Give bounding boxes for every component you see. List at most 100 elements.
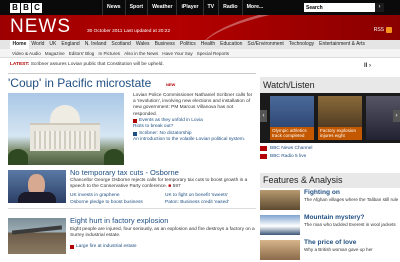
- video-tile[interactable]: Factory explosion injures eight: [318, 96, 362, 140]
- lead-story-image[interactable]: [8, 93, 124, 165]
- global-nav: News Sport Weather iPlayer TV Radio More…: [102, 0, 267, 15]
- nav-n-ireland[interactable]: N. Ireland: [82, 40, 109, 49]
- pause-icon[interactable]: II: [364, 63, 367, 69]
- global-nav-weather[interactable]: Weather: [147, 0, 176, 15]
- comment-count[interactable]: 597: [173, 184, 181, 189]
- live-channel-link[interactable]: BBC News Channel: [260, 145, 400, 153]
- feature-image[interactable]: [260, 190, 300, 210]
- nav-politics[interactable]: Politics: [177, 40, 198, 49]
- nav-scotland[interactable]: Scotland: [109, 40, 133, 49]
- related-link[interactable]: UK to fight on benefit 'sweets': [165, 193, 228, 198]
- carousel-prev-icon[interactable]: ‹: [260, 110, 267, 122]
- feature-item[interactable]: Fighting on The Afghan villages where th…: [260, 189, 400, 212]
- feature-item[interactable]: The price of love Why a British woman ga…: [260, 239, 400, 262]
- capitol-columns: [34, 131, 96, 149]
- video-tile[interactable]: Olympic athletics track completed: [270, 96, 314, 140]
- feature-title[interactable]: The price of love: [304, 239, 356, 246]
- related-link-text: An introduction to the volatile Lovian p…: [133, 137, 246, 143]
- search-placeholder: Search: [306, 4, 323, 11]
- nav-technology[interactable]: Technology: [286, 40, 316, 49]
- feature-summary: The Afghan villages where the Taliban st…: [304, 197, 399, 202]
- story3-summary: Eight people are injured, four seriously…: [70, 227, 255, 239]
- nav-home[interactable]: Home: [10, 40, 29, 49]
- live-channel-link[interactable]: BBC Radio 5 live: [260, 153, 400, 161]
- nav-sci-environment[interactable]: Sci/Environment: [245, 40, 286, 49]
- latest-text: Scribner assures Lovian public that Cons…: [30, 62, 164, 67]
- related-link[interactable]: Osborne pledge to boost business: [70, 200, 143, 205]
- play-icon: [70, 244, 74, 249]
- global-nav-tv[interactable]: TV: [202, 0, 219, 15]
- related-link[interactable]: UK invests in graphene: [70, 193, 120, 198]
- nav-video-audio[interactable]: Video & Audio: [10, 51, 43, 56]
- rss-link[interactable]: RSS: [374, 27, 392, 33]
- rss-label: RSS: [373, 27, 384, 33]
- global-nav-more[interactable]: More...: [241, 0, 268, 15]
- tree: [104, 149, 124, 165]
- lead-story-summary: Lovian Police Commissioner Nathaniel Scr…: [133, 93, 253, 117]
- live-channel-text: BBC Radio 5 live: [270, 153, 307, 159]
- related-link[interactable]: Paton: Business credit 'eased': [165, 200, 229, 205]
- feature-title[interactable]: Mountain mystery?: [304, 214, 364, 221]
- person-suit: [18, 192, 56, 203]
- related-link-text: Large fire at industrial estate: [76, 244, 137, 249]
- feature-title[interactable]: Fighting on: [304, 189, 340, 196]
- related-link[interactable]: Large fire at industrial estate: [70, 244, 137, 249]
- last-updated: 30 October 2011 Last updated at 20:22: [87, 29, 171, 34]
- global-nav-iplayer[interactable]: iPlayer: [176, 0, 202, 15]
- latest-ticker[interactable]: LATEST: Scribner assures Lovian public t…: [10, 62, 340, 70]
- bbc-logo[interactable]: B B C: [10, 2, 42, 13]
- story3-image[interactable]: [8, 218, 66, 254]
- live-radio-icon: [260, 153, 267, 159]
- primary-nav: Home World UK England N. Ireland Scotlan…: [0, 40, 400, 49]
- nav-special-reports[interactable]: Special Reports: [195, 51, 231, 56]
- video-caption: Olympic athletics track completed: [270, 127, 314, 140]
- global-header: B B C News Sport Weather iPlayer TV Radi…: [0, 0, 400, 15]
- story2-title[interactable]: No temporary tax cuts - Osborne: [70, 168, 179, 177]
- nav-entertainment-arts[interactable]: Entertainment & Arts: [317, 40, 368, 49]
- masthead: NEWS 30 October 2011 Last updated at 20:…: [0, 15, 400, 40]
- nav-editors-blog[interactable]: Editors' Blog: [67, 51, 97, 56]
- comment-icon: ■: [168, 184, 172, 190]
- nav-education[interactable]: Education: [218, 40, 245, 49]
- tree: [8, 149, 28, 165]
- logo-letter: C: [32, 2, 42, 13]
- global-nav-news[interactable]: News: [102, 0, 125, 15]
- feature-image[interactable]: [260, 240, 300, 260]
- nav-have-your-say[interactable]: Have Your Say: [160, 51, 194, 56]
- search-button[interactable]: ›: [375, 3, 384, 12]
- global-nav-radio[interactable]: Radio: [218, 0, 241, 15]
- related-link[interactable]: An introduction to the volatile Lovian p…: [133, 137, 257, 143]
- masthead-swoosh: [196, 15, 400, 40]
- nav-business[interactable]: Business: [152, 40, 177, 49]
- nav-world[interactable]: World: [29, 40, 47, 49]
- search-input[interactable]: Search ›: [304, 3, 384, 12]
- watch-listen-carousel: Olympic athletics track completed Factor…: [260, 93, 400, 143]
- logo-letter: B: [21, 2, 31, 13]
- story3-title[interactable]: Eight hurt in factory explosion: [70, 216, 168, 225]
- carousel-next-icon[interactable]: ›: [393, 110, 400, 122]
- nav-england[interactable]: England: [59, 40, 82, 49]
- play-icon: [133, 132, 137, 137]
- feature-item[interactable]: Mountain mystery? The man who tackled Ev…: [260, 214, 400, 237]
- nav-uk[interactable]: UK: [47, 40, 59, 49]
- rss-icon: [386, 27, 392, 33]
- nav-wales[interactable]: Wales: [133, 40, 152, 49]
- nav-in-pictures[interactable]: In Pictures: [96, 51, 122, 56]
- story2-summary-text: Chancellor George Osborne rejects calls …: [70, 178, 248, 190]
- feature-summary: The man who tackled Everest in wool jack…: [304, 222, 396, 227]
- nav-also-in-the-news[interactable]: Also in the News: [122, 51, 160, 56]
- global-nav-sport[interactable]: Sport: [124, 0, 148, 15]
- nav-magazine[interactable]: Magazine: [43, 51, 67, 56]
- video-caption: Factory explosion injures eight: [318, 127, 362, 140]
- nav-health[interactable]: Health: [198, 40, 217, 49]
- next-icon[interactable]: ›: [369, 63, 371, 69]
- logo-letter: B: [10, 2, 20, 13]
- watch-listen-links: BBC News Channel BBC Radio 5 live: [260, 145, 400, 160]
- story2-image[interactable]: [8, 170, 66, 203]
- lead-story-title[interactable]: 'Coup' in Pacific microstate: [8, 76, 151, 90]
- latest-label: LATEST:: [10, 62, 30, 67]
- section-title[interactable]: NEWS: [10, 16, 71, 38]
- features-heading: Features & Analysis: [260, 173, 400, 188]
- watch-listen-heading: Watch/Listen: [260, 77, 400, 93]
- feature-image[interactable]: [260, 215, 300, 235]
